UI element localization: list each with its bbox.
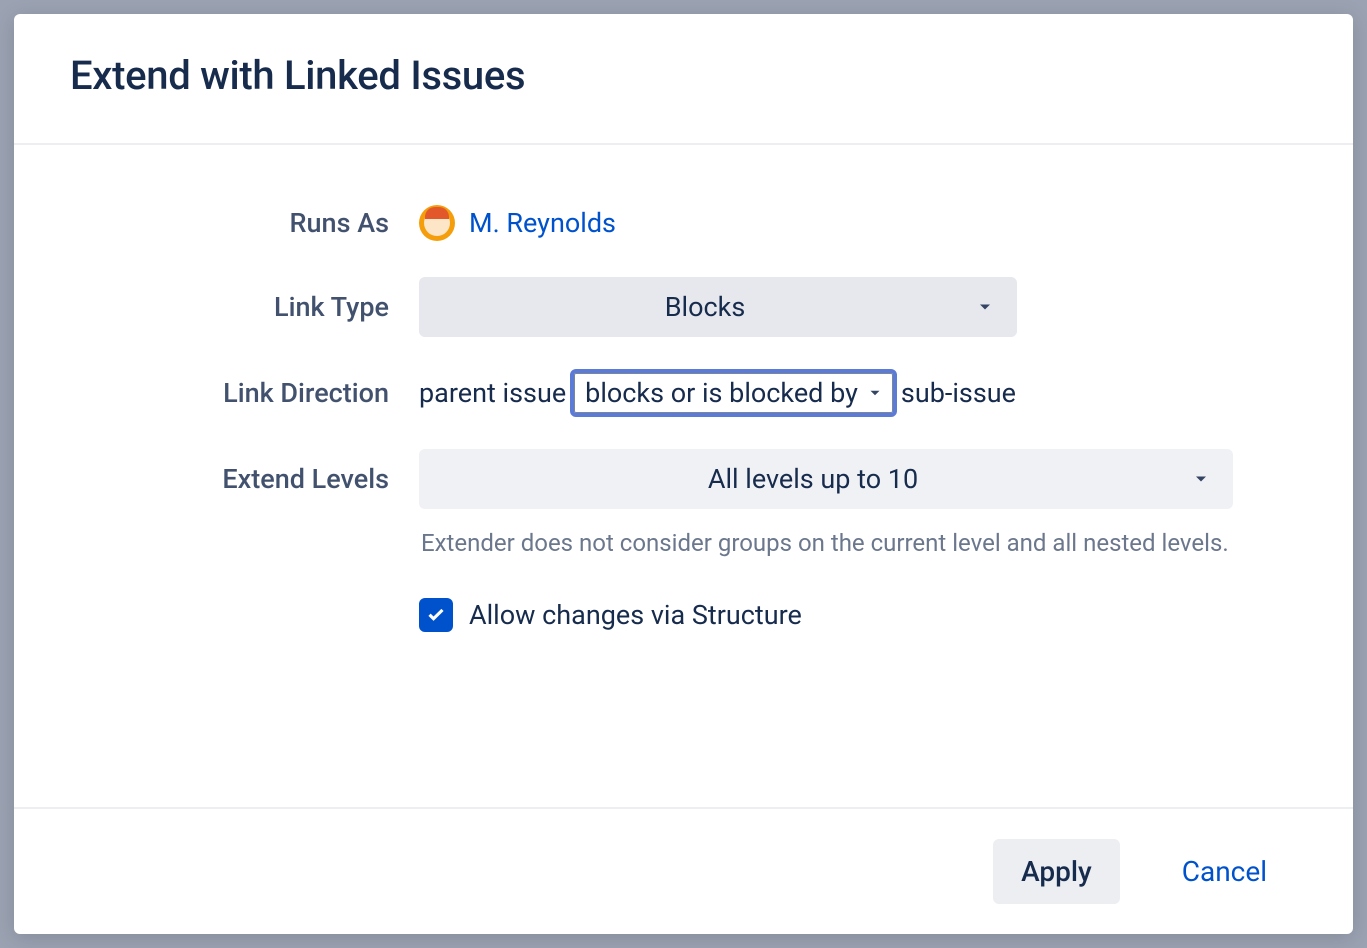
runs-as-value: M. Reynolds (419, 205, 1233, 241)
label-runs-as: Runs As (134, 207, 419, 239)
label-extend-levels: Extend Levels (134, 463, 419, 495)
apply-button[interactable]: Apply (993, 839, 1120, 904)
dialog-footer: Apply Cancel (14, 807, 1353, 934)
link-type-select[interactable]: Blocks (419, 277, 1017, 337)
extend-levels-help: Extender does not consider groups on the… (419, 523, 1233, 564)
dialog-body: Runs As M. Reynolds Link Type Blocks Lin… (14, 145, 1353, 807)
runs-as-user-link[interactable]: M. Reynolds (469, 207, 616, 239)
row-runs-as: Runs As M. Reynolds (134, 205, 1233, 241)
label-link-type: Link Type (134, 291, 419, 323)
row-link-type: Link Type Blocks (134, 277, 1233, 337)
check-icon (425, 604, 447, 626)
cancel-button[interactable]: Cancel (1154, 839, 1295, 904)
row-extend-levels: Extend Levels All levels up to 10 (134, 449, 1233, 509)
link-direction-prefix: parent issue (419, 377, 566, 409)
label-link-direction: Link Direction (134, 377, 419, 409)
user-avatar-icon (419, 205, 455, 241)
extend-levels-help-wrap: Extender does not consider groups on the… (134, 523, 1233, 564)
allow-changes-label[interactable]: Allow changes via Structure (469, 599, 802, 631)
row-link-direction: Link Direction parent issue blocks or is… (134, 373, 1233, 413)
allow-changes-checkbox[interactable] (419, 598, 453, 632)
dialog-title: Extend with Linked Issues (70, 52, 1297, 99)
link-direction-select[interactable]: blocks or is blocked by (574, 373, 893, 413)
extend-levels-select[interactable]: All levels up to 10 (419, 449, 1233, 509)
link-direction-suffix: sub-issue (901, 377, 1016, 409)
extend-linked-issues-dialog: Extend with Linked Issues Runs As M. Rey… (14, 14, 1353, 934)
link-direction-control: parent issue blocks or is blocked by sub… (419, 373, 1233, 413)
dialog-header: Extend with Linked Issues (14, 14, 1353, 145)
row-allow-changes: Allow changes via Structure (134, 598, 1233, 632)
